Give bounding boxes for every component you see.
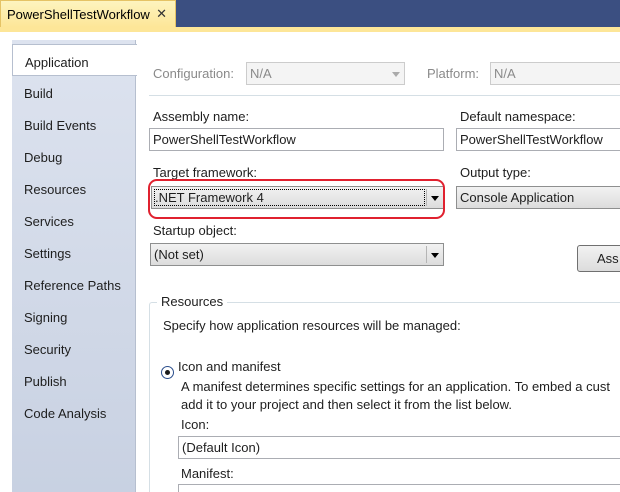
application-settings-panel: Configuration: N/A Platform: N/A Assembl… (137, 40, 620, 492)
icon-and-manifest-radio[interactable] (161, 366, 174, 379)
radio-selected-dot (165, 370, 170, 375)
assembly-name-input[interactable]: PowerShellTestWorkflow (149, 128, 444, 151)
project-properties-page: Application Build Build Events Debug Res… (0, 32, 620, 492)
sidebar-item-debug[interactable]: Debug (12, 140, 136, 172)
configuration-select: N/A (246, 62, 405, 85)
document-tab[interactable]: PowerShellTestWorkflow ✕ (0, 0, 176, 27)
sidebar-item-security[interactable]: Security (12, 332, 136, 364)
icon-label: Icon: (181, 417, 210, 432)
sidebar-item-settings[interactable]: Settings (12, 236, 136, 268)
icon-select[interactable]: (Default Icon) (178, 436, 620, 459)
resources-description: Specify how application resources will b… (163, 318, 461, 333)
assembly-name-label: Assembly name: (153, 109, 250, 124)
configuration-label: Configuration: (153, 66, 234, 81)
icon-and-manifest-label[interactable]: Icon and manifest (178, 359, 281, 374)
sidebar-item-signing[interactable]: Signing (12, 300, 136, 332)
document-tabstrip: PowerShellTestWorkflow ✕ (0, 0, 620, 27)
header-divider (149, 95, 620, 96)
sidebar-item-build-events[interactable]: Build Events (12, 108, 136, 140)
resources-group-title: Resources (157, 294, 228, 309)
chevron-down-icon[interactable] (431, 253, 439, 258)
assembly-information-button[interactable]: Ass (577, 245, 620, 272)
output-type-label: Output type: (460, 165, 531, 180)
manifest-help-text-line1: A manifest determines specific settings … (181, 379, 610, 394)
manifest-help-text-line2: add it to your project and then select i… (181, 397, 512, 412)
chevron-down-icon (392, 72, 400, 77)
platform-label: Platform: (427, 66, 480, 81)
sidebar-item-build[interactable]: Build (12, 76, 136, 108)
startup-object-select[interactable]: (Not set) (150, 243, 444, 266)
target-framework-label: Target framework: (153, 165, 258, 180)
default-namespace-input[interactable]: PowerShellTestWorkflow (456, 128, 620, 151)
sidebar-item-services[interactable]: Services (12, 204, 136, 236)
default-namespace-label: Default namespace: (460, 109, 576, 124)
document-tab-title: PowerShellTestWorkflow (7, 7, 150, 22)
sidebar-item-application[interactable]: Application (12, 44, 137, 76)
annotation-highlight-ring (148, 179, 445, 219)
sidebar-item-resources[interactable]: Resources (12, 172, 136, 204)
properties-sidebar: Application Build Build Events Debug Res… (12, 40, 137, 492)
platform-select: N/A (490, 62, 620, 85)
startup-object-label: Startup object: (153, 223, 237, 238)
manifest-label: Manifest: (181, 466, 234, 481)
manifest-select[interactable] (178, 484, 620, 492)
close-icon[interactable]: ✕ (156, 6, 167, 22)
output-type-select[interactable]: Console Application (456, 186, 620, 209)
sidebar-item-reference-paths[interactable]: Reference Paths (12, 268, 136, 300)
sidebar-item-code-analysis[interactable]: Code Analysis (12, 396, 136, 428)
sidebar-item-publish[interactable]: Publish (12, 364, 136, 396)
